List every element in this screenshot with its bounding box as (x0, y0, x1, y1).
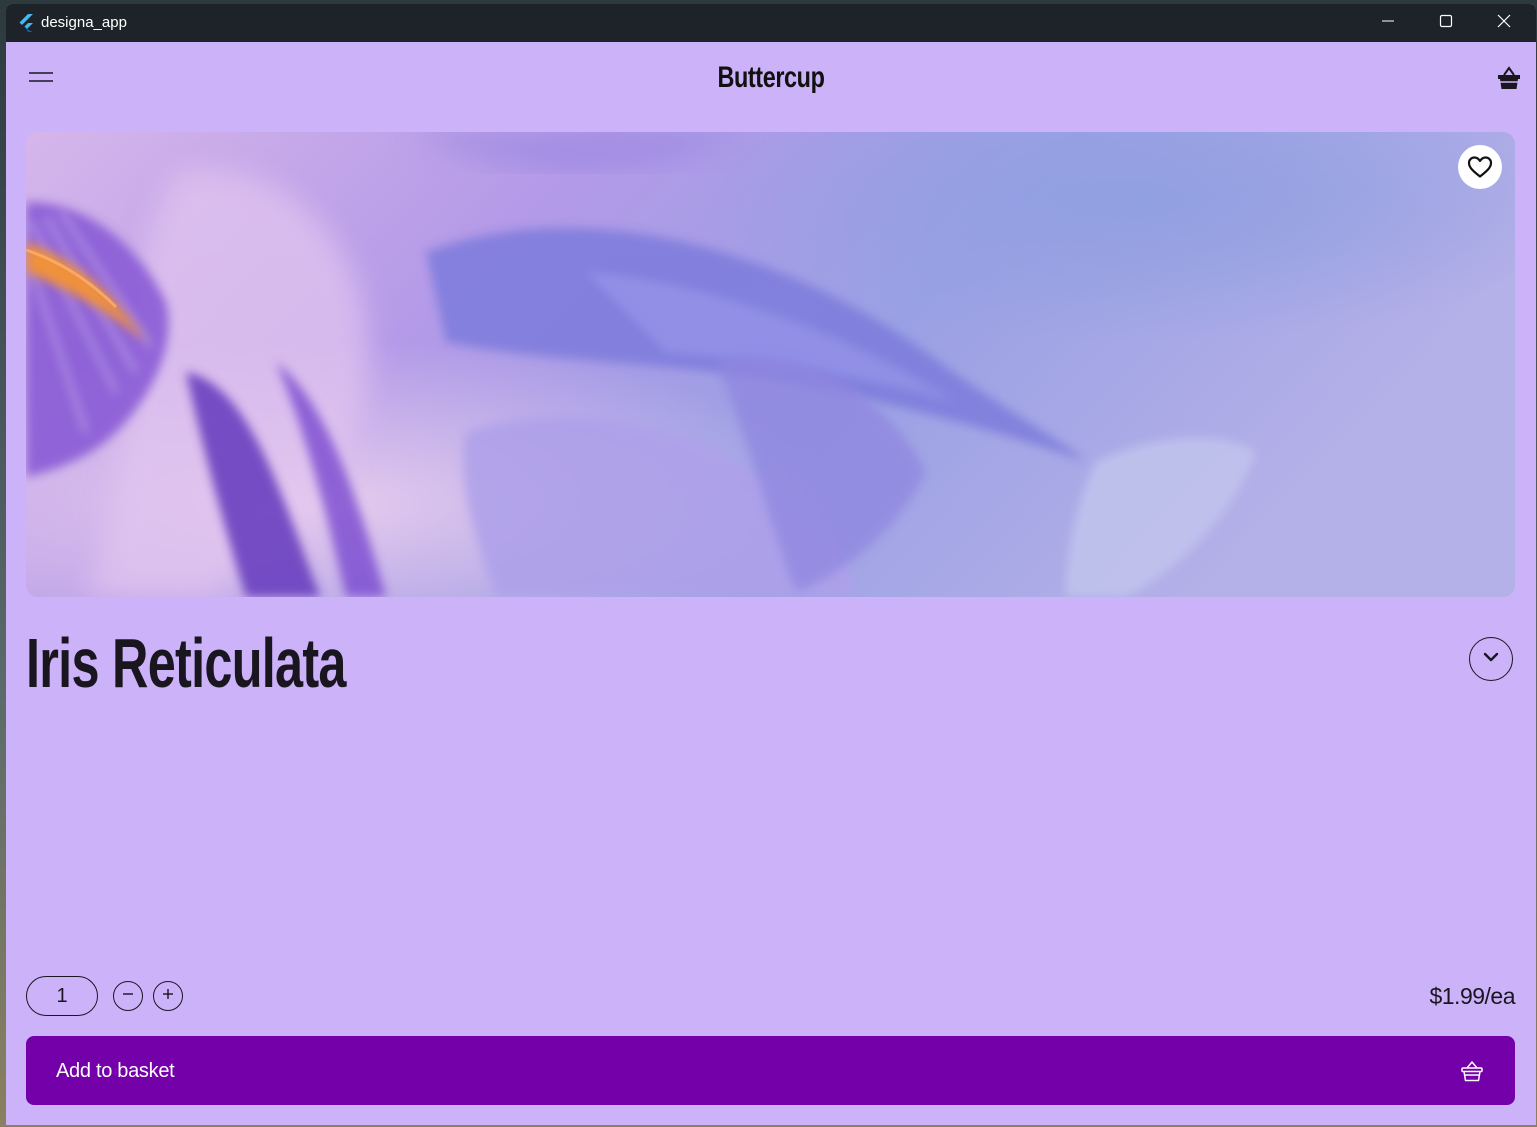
brand-title: Buttercup (717, 61, 825, 94)
increment-button[interactable] (153, 981, 183, 1011)
window-title: designa_app (41, 14, 127, 31)
maximize-button[interactable] (1417, 4, 1475, 42)
decrement-button[interactable] (113, 981, 143, 1011)
add-to-basket-button[interactable]: Add to basket (26, 1036, 1515, 1105)
app-window: designa_app Buttercup Iris Reticulata 1 … (6, 4, 1536, 1125)
menu-button[interactable] (26, 64, 56, 94)
heart-outline-icon (1467, 155, 1493, 179)
product-image (26, 132, 1515, 597)
quantity-field[interactable]: 1 (26, 976, 98, 1016)
close-button[interactable] (1475, 4, 1533, 42)
unit-price: $1.99/ea (1429, 983, 1515, 1009)
basket-icon (1496, 65, 1522, 96)
close-icon (1497, 14, 1511, 33)
basket-icon (1458, 1057, 1486, 1085)
chevron-down-icon (1481, 647, 1501, 672)
add-to-basket-label: Add to basket (56, 1060, 175, 1082)
plus-icon (161, 987, 175, 1006)
flutter-logo-icon (16, 13, 36, 33)
hamburger-menu-icon (28, 70, 54, 89)
minimize-icon (1381, 14, 1395, 33)
expand-details-button[interactable] (1469, 637, 1513, 681)
window-titlebar[interactable]: designa_app (6, 4, 1536, 42)
product-name: Iris Reticulata (26, 624, 346, 702)
basket-button[interactable] (1494, 65, 1524, 95)
app-bar: Buttercup (6, 42, 1536, 114)
iris-photo (26, 132, 1515, 597)
maximize-icon (1439, 14, 1453, 33)
favorite-button[interactable] (1458, 145, 1502, 189)
minimize-button[interactable] (1359, 4, 1417, 42)
minus-icon (121, 987, 135, 1006)
